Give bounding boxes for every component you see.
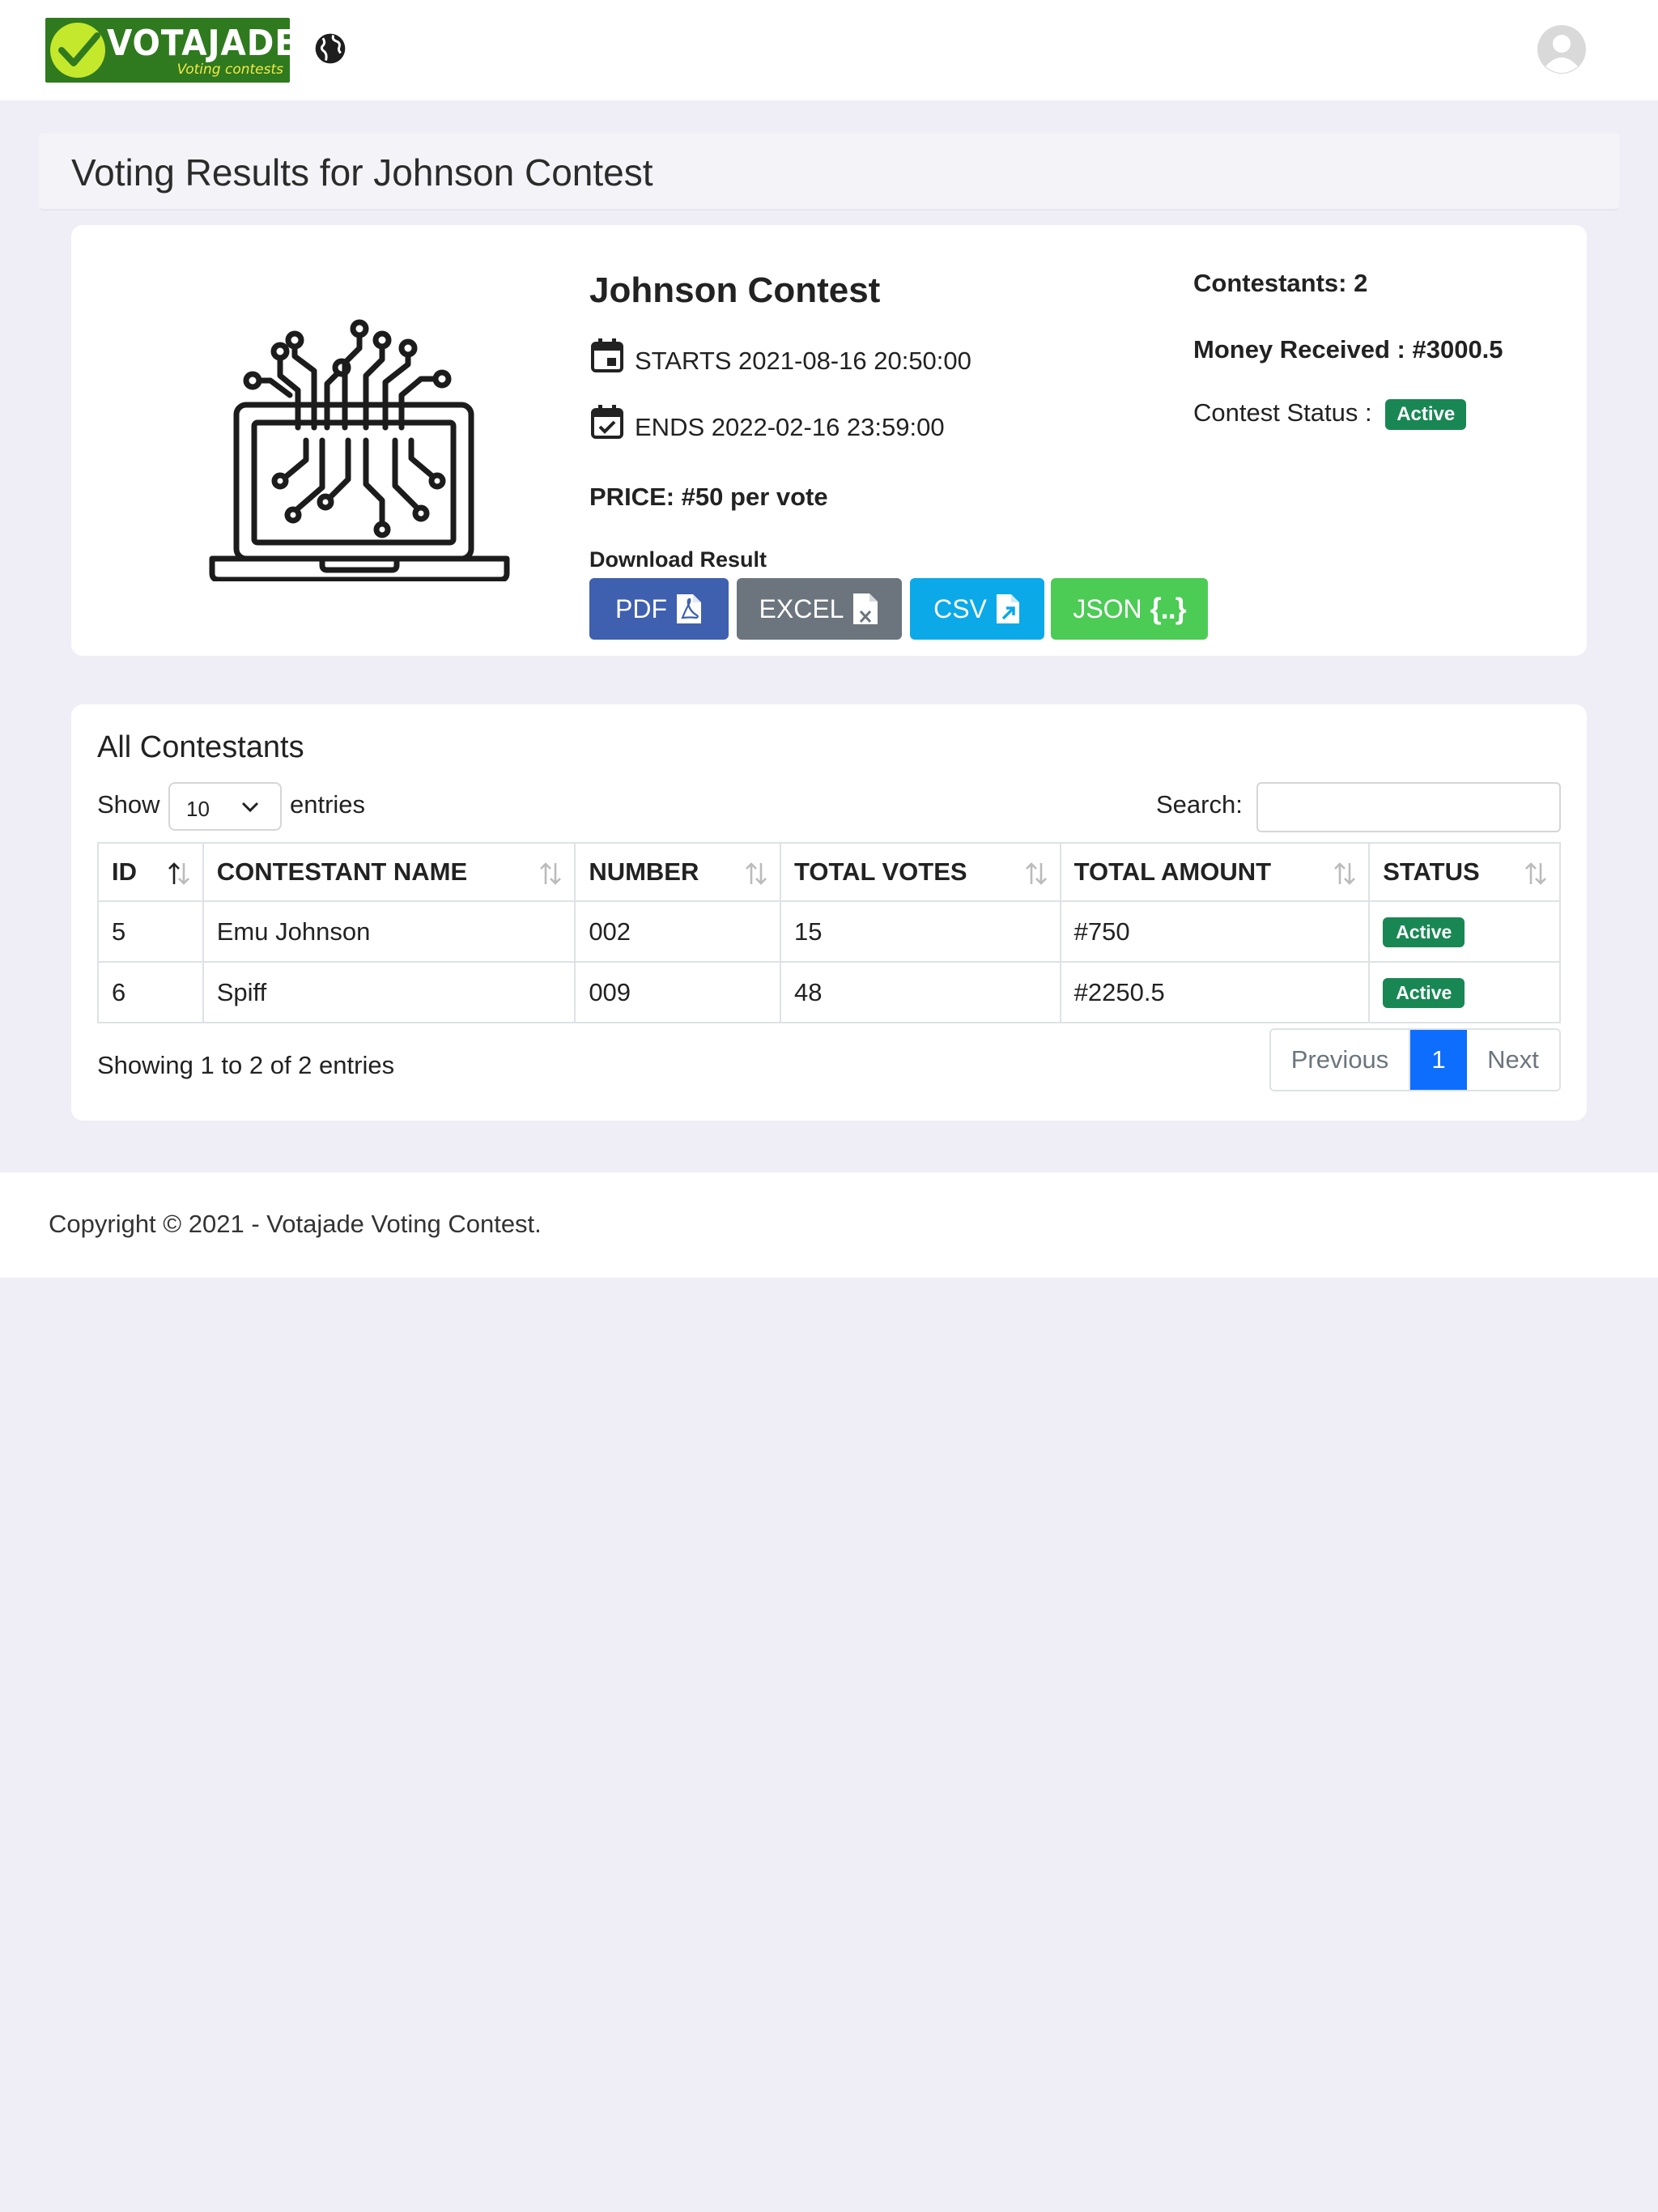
download-pdf-button[interactable]: PDF xyxy=(589,578,729,640)
start-date-text: STARTS 2021-08-16 20:50:00 xyxy=(635,347,971,375)
status-badge: Active xyxy=(1385,398,1467,430)
download-json-label: JSON xyxy=(1073,593,1142,623)
search-label: Search: xyxy=(1156,790,1243,819)
page-title-bar: Voting Results for Johnson Contest xyxy=(39,133,1619,211)
table-row: 5 Emu Johnson 002 15 #750 Active xyxy=(97,900,1561,963)
column-header-label: CONTESTANT NAME xyxy=(216,857,468,886)
calendar-icon xyxy=(591,338,623,372)
cell-status: Active xyxy=(1368,961,1561,1023)
cell-number: 002 xyxy=(574,900,781,963)
cell-name: Emu Johnson xyxy=(202,900,576,963)
cell-votes: 48 xyxy=(780,961,1061,1023)
money-received: Money Received : #3000.5 xyxy=(1193,335,1503,364)
brand-logo[interactable]: VOTAJADE Voting contests xyxy=(45,18,290,83)
logo-check-icon xyxy=(50,23,105,78)
contestants-title: All Contestants xyxy=(97,730,304,764)
status-badge: Active xyxy=(1383,977,1465,1008)
entries-label: entries xyxy=(290,790,366,819)
table-info: Showing 1 to 2 of 2 entries xyxy=(97,1051,395,1079)
cell-amount: #2250.5 xyxy=(1059,961,1371,1023)
column-header-name[interactable]: CONTESTANT NAME xyxy=(202,842,576,902)
cell-votes: 15 xyxy=(780,900,1061,963)
download-csv-button[interactable]: CSV xyxy=(910,578,1044,640)
column-header-label: TOTAL VOTES xyxy=(794,857,967,886)
sort-arrows-icon xyxy=(746,862,767,885)
copyright-text: Copyright © 2021 - Votajade Voting Conte… xyxy=(49,1210,542,1238)
show-label: Show xyxy=(97,790,160,819)
end-date-text: ENDS 2022-02-16 23:59:00 xyxy=(635,413,945,441)
pagination-next[interactable]: Next xyxy=(1467,1030,1559,1090)
column-header-total-votes[interactable]: TOTAL VOTES xyxy=(780,842,1061,902)
column-header-id[interactable]: ID xyxy=(97,842,204,902)
laptop-circuit-illustration xyxy=(209,319,510,581)
cell-name: Spiff xyxy=(202,961,576,1023)
contest-summary-card: Johnson Contest STARTS 2021-08-16 20:50:… xyxy=(71,225,1587,656)
pagination-page-1[interactable]: 1 xyxy=(1410,1030,1467,1090)
download-result-label: Download Result xyxy=(589,547,767,572)
contestants-count: Contestants: 2 xyxy=(1193,269,1368,297)
table-row: 6 Spiff 009 48 #2250.5 Active xyxy=(97,961,1561,1023)
top-navbar: VOTAJADE Voting contests xyxy=(0,0,1658,100)
download-pdf-label: PDF xyxy=(615,593,667,623)
file-excel-icon xyxy=(853,593,878,624)
entries-select-value: 10 xyxy=(186,797,210,821)
logo-wordmark: VOTAJADE xyxy=(107,23,290,64)
file-pdf-icon xyxy=(677,594,701,623)
pagination: Previous 1 Next xyxy=(1269,1028,1561,1091)
column-header-label: STATUS xyxy=(1383,857,1480,886)
sort-arrows-icon xyxy=(168,862,189,885)
chevron-down-icon xyxy=(241,802,259,813)
sort-arrows-icon xyxy=(1334,862,1356,885)
contest-name: Johnson Contest xyxy=(589,270,881,310)
sort-arrows-icon xyxy=(540,862,562,885)
table-header-row: ID CONTESTANT NAME NUMBER TOTAL VOTES TO… xyxy=(97,842,1561,902)
download-json-button[interactable]: JSON {..} xyxy=(1051,578,1208,640)
page-title: Voting Results for Johnson Contest xyxy=(71,151,653,194)
column-header-label: TOTAL AMOUNT xyxy=(1073,857,1272,886)
user-avatar-icon[interactable] xyxy=(1537,24,1587,74)
column-header-total-amount[interactable]: TOTAL AMOUNT xyxy=(1059,842,1371,902)
cell-amount: #750 xyxy=(1059,900,1371,963)
contest-status-label: Contest Status : xyxy=(1193,398,1372,427)
contestants-card: All Contestants Show 10 entries Search: … xyxy=(71,704,1587,1121)
download-csv-label: CSV xyxy=(933,593,987,623)
search-input[interactable] xyxy=(1256,782,1561,832)
download-excel-button[interactable]: EXCEL xyxy=(737,578,902,640)
contest-status: Contest Status : Active xyxy=(1193,398,1467,430)
contestants-table: ID CONTESTANT NAME NUMBER TOTAL VOTES TO… xyxy=(97,842,1561,1023)
download-excel-label: EXCEL xyxy=(759,593,844,623)
column-header-status[interactable]: STATUS xyxy=(1368,842,1561,902)
cell-id: 5 xyxy=(97,900,204,963)
cell-id: 6 xyxy=(97,961,204,1023)
calendar-check-icon xyxy=(591,405,623,439)
json-braces-icon: {..} xyxy=(1150,592,1187,625)
pagination-previous[interactable]: Previous xyxy=(1271,1030,1410,1090)
sort-arrows-icon xyxy=(1525,862,1546,885)
cell-status: Active xyxy=(1368,900,1561,963)
sort-arrows-icon xyxy=(1025,862,1047,885)
cell-number: 009 xyxy=(574,961,781,1023)
column-header-label: ID xyxy=(112,857,137,886)
file-export-icon xyxy=(996,594,1019,623)
column-header-label: NUMBER xyxy=(589,857,699,886)
globe-icon[interactable] xyxy=(312,31,348,66)
status-badge: Active xyxy=(1383,917,1465,947)
entries-per-page-select[interactable]: 10 xyxy=(168,782,282,831)
logo-tagline: Voting contests xyxy=(176,62,283,78)
footer: Copyright © 2021 - Votajade Voting Conte… xyxy=(0,1172,1658,1278)
vote-price: PRICE: #50 per vote xyxy=(589,483,828,511)
column-header-number[interactable]: NUMBER xyxy=(574,842,781,902)
